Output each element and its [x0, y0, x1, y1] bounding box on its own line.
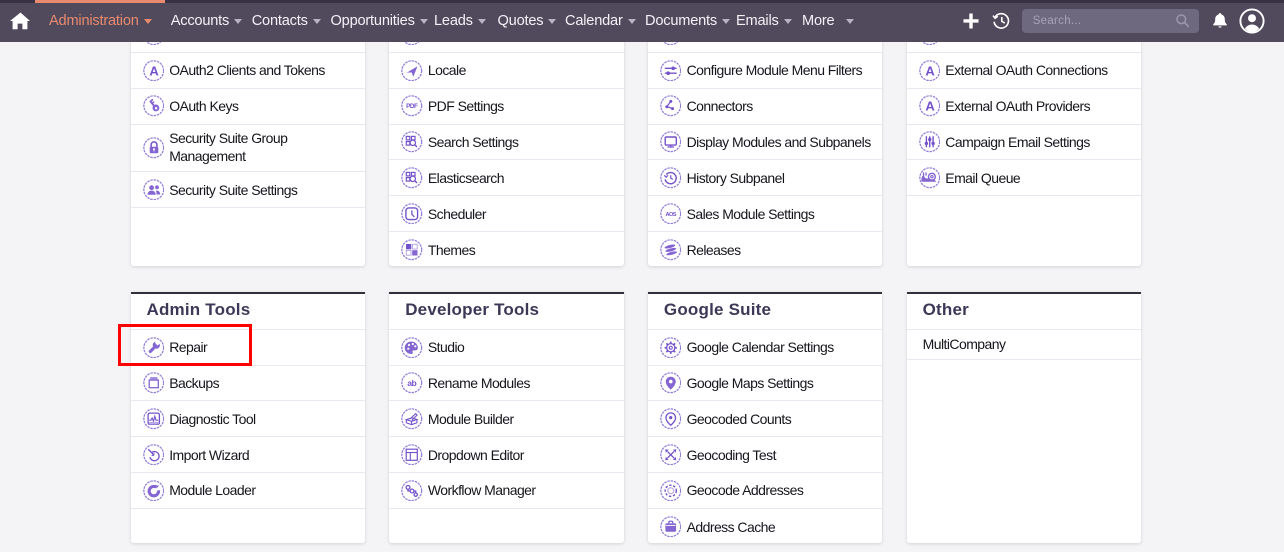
svg-text:PDF: PDF — [406, 104, 418, 111]
svg-text:ab: ab — [407, 378, 416, 388]
svg-text:A: A — [149, 63, 159, 78]
svg-text:A: A — [925, 63, 935, 78]
svg-text:A: A — [925, 99, 935, 114]
svg-text:AOS: AOS — [665, 212, 676, 218]
